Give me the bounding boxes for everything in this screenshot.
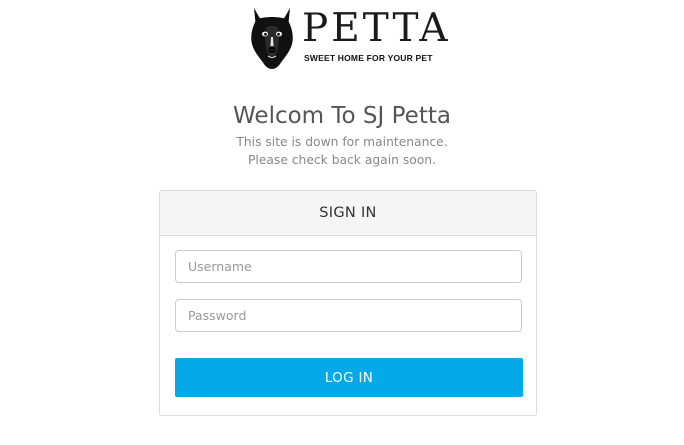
maintenance-login-page: PETTA SWEET HOME FOR YOUR PET Welcom To … [0, 0, 684, 445]
maintenance-message-line-2: Please check back again soon. [247, 153, 436, 167]
password-input[interactable] [175, 299, 522, 332]
username-input[interactable] [175, 250, 522, 283]
log-in-button[interactable]: LOG IN [175, 358, 523, 397]
logo-wordmark: PETTA [302, 6, 451, 51]
page-title: Welcom To SJ Petta [233, 103, 451, 129]
maintenance-message-line-1: This site is down for maintenance. [236, 135, 448, 149]
logo-tagline: SWEET HOME FOR YOUR PET [304, 53, 433, 63]
sign-in-card: SIGN IN LOG IN [159, 190, 537, 416]
brand-logo: PETTA SWEET HOME FOR YOUR PET [248, 6, 448, 70]
dog-head-icon [251, 8, 293, 69]
sign-in-card-header: SIGN IN [160, 191, 536, 236]
